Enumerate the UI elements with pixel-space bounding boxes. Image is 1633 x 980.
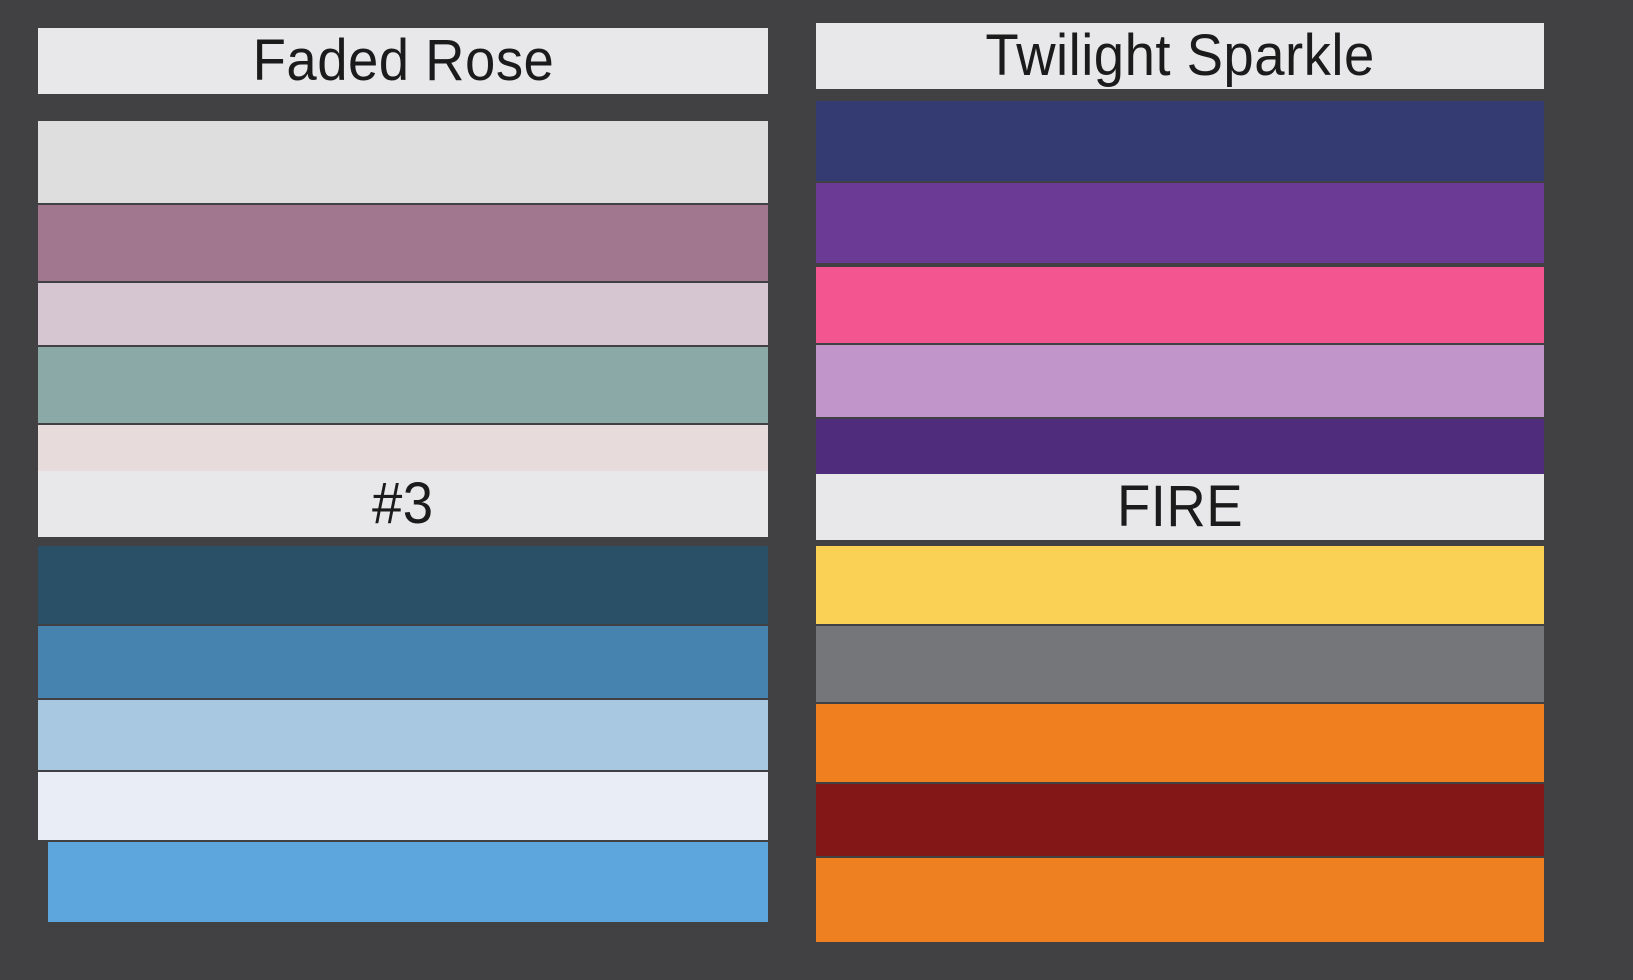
swatch-twilight-sparkle-3[interactable] (816, 267, 1544, 343)
palette-title-text: FIRE (1116, 474, 1244, 539)
palette-title-text: #3 (372, 471, 434, 536)
swatch-number-3-5[interactable] (48, 842, 768, 922)
palette-title-twilight-sparkle: Twilight Sparkle (816, 23, 1544, 89)
left-column: Faded Rose #3 (0, 0, 816, 980)
color-palette-board: Faded Rose #3 Twilight Sparkle FIRE (0, 0, 1633, 980)
right-column: Twilight Sparkle FIRE (816, 0, 1633, 980)
swatch-faded-rose-2[interactable] (38, 205, 768, 281)
swatch-twilight-sparkle-4[interactable] (816, 345, 1544, 417)
swatch-twilight-sparkle-2[interactable] (816, 183, 1544, 263)
palette-title-number-3: #3 (38, 471, 768, 537)
swatch-number-3-4[interactable] (38, 772, 768, 840)
swatch-fire-1[interactable] (816, 546, 1544, 624)
palette-title-faded-rose: Faded Rose (38, 28, 768, 94)
swatch-number-3-2[interactable] (38, 626, 768, 698)
palette-title-text: Twilight Sparkle (985, 23, 1375, 88)
swatch-faded-rose-3[interactable] (38, 283, 768, 345)
palette-title-text: Faded Rose (252, 28, 554, 93)
swatch-fire-3[interactable] (816, 704, 1544, 782)
swatch-faded-rose-1[interactable] (38, 121, 768, 203)
swatch-fire-4[interactable] (816, 784, 1544, 856)
swatch-twilight-sparkle-1[interactable] (816, 101, 1544, 181)
swatch-faded-rose-4[interactable] (38, 347, 768, 423)
palette-title-fire: FIRE (816, 474, 1544, 540)
swatch-number-3-3[interactable] (38, 700, 768, 770)
swatch-fire-5[interactable] (816, 858, 1544, 942)
swatch-number-3-1[interactable] (38, 546, 768, 624)
swatch-fire-2[interactable] (816, 626, 1544, 702)
